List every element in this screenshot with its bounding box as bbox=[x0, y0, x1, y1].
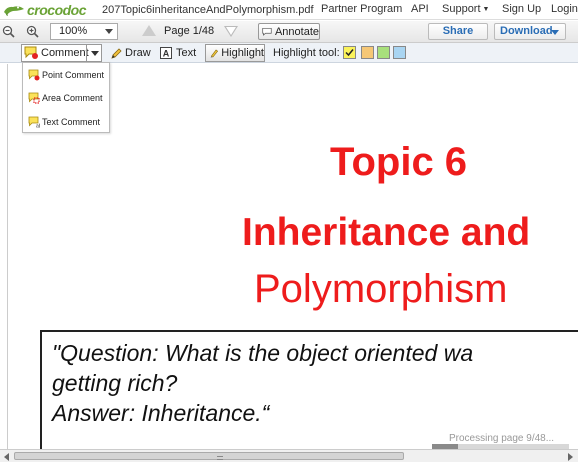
previous-page-icon[interactable] bbox=[142, 25, 156, 36]
menu-item-label: Point Comment bbox=[42, 70, 105, 80]
menu-item-area-comment[interactable]: Area Comment bbox=[28, 91, 103, 105]
crocodile-logo-icon bbox=[4, 5, 24, 16]
zoom-out-icon[interactable] bbox=[2, 25, 15, 38]
menu-item-text-comment[interactable]: ab Text Comment bbox=[28, 115, 100, 129]
slide-title-line-3: Polymorphism bbox=[254, 267, 508, 311]
annotate-label: Annotate bbox=[274, 25, 319, 38]
top-bar: crocodoc 207Topic6inheritanceAndPolymorp… bbox=[0, 0, 578, 20]
area-comment-icon bbox=[28, 92, 40, 104]
annotation-toolbar: Comment Draw A Text Highlight Highlight … bbox=[0, 43, 578, 63]
api-link[interactable]: API bbox=[411, 3, 429, 15]
processing-status: Processing page 9/48... bbox=[449, 433, 555, 444]
zoom-in-icon[interactable] bbox=[26, 25, 39, 38]
pencil-icon bbox=[111, 47, 122, 59]
menu-item-label: Text Comment bbox=[42, 117, 101, 127]
text-box-icon: A bbox=[160, 47, 172, 59]
comment-dropdown-menu: Point Comment Area Comment ab Text Comme… bbox=[22, 62, 110, 133]
divider bbox=[86, 45, 87, 61]
highlight-tool-button[interactable]: Highlight bbox=[205, 44, 265, 62]
support-menu[interactable]: Support ▼ bbox=[442, 3, 489, 15]
menu-item-point-comment[interactable]: Point Comment bbox=[28, 68, 104, 82]
point-comment-icon bbox=[28, 69, 40, 81]
highlighter-icon bbox=[210, 49, 219, 58]
horizontal-scrollbar[interactable] bbox=[0, 449, 578, 462]
speech-bubble-icon bbox=[262, 27, 272, 36]
document-filename: 207Topic6inheritanceAndPolymorphism.pdf bbox=[102, 3, 314, 16]
menu-item-label: Area Comment bbox=[42, 93, 103, 103]
page-edge bbox=[7, 64, 8, 449]
login-link[interactable]: Login bbox=[551, 3, 578, 15]
quote-line-3: Answer: Inheritance.“ bbox=[52, 400, 270, 426]
comment-label: Comment bbox=[41, 47, 89, 59]
highlight-color-green[interactable] bbox=[377, 46, 390, 59]
sign-up-link[interactable]: Sign Up bbox=[502, 3, 541, 15]
crocodoc-logo[interactable]: crocodoc bbox=[3, 1, 87, 18]
chevron-down-icon: ▼ bbox=[482, 5, 490, 13]
annotate-button[interactable]: Annotate bbox=[258, 23, 320, 40]
chevron-down-icon[interactable] bbox=[91, 51, 99, 56]
chevron-down-icon bbox=[105, 29, 113, 34]
highlight-tool-label: Highlight tool: bbox=[273, 47, 340, 59]
highlight-color-orange[interactable] bbox=[361, 46, 374, 59]
download-button[interactable]: Download bbox=[494, 23, 566, 40]
quote-line-1: "Question: What is the object oriented w… bbox=[52, 340, 474, 366]
text-tool-button[interactable]: A Text bbox=[160, 45, 196, 61]
processing-progress-bar bbox=[432, 444, 569, 449]
text-label: Text bbox=[176, 47, 197, 59]
next-page-icon[interactable] bbox=[224, 26, 238, 37]
draw-label: Draw bbox=[125, 47, 151, 59]
comment-button[interactable]: Comment bbox=[21, 44, 102, 62]
page-indicator: Page 1/48 bbox=[164, 25, 215, 37]
processing-progress-fill bbox=[432, 444, 458, 449]
highlight-label: Highlight bbox=[221, 47, 264, 59]
draw-tool-button[interactable]: Draw bbox=[110, 45, 151, 61]
comment-icon bbox=[24, 46, 38, 59]
scroll-right-icon[interactable] bbox=[568, 453, 573, 461]
support-label: Support bbox=[442, 3, 481, 15]
viewer-toolbar: 100% Page 1/48 Annotate Share Download bbox=[0, 21, 578, 43]
share-button[interactable]: Share bbox=[428, 23, 488, 40]
highlight-color-blue[interactable] bbox=[393, 46, 406, 59]
slide-title-line-2: Inheritance and bbox=[242, 211, 531, 254]
download-label: Download bbox=[500, 25, 553, 37]
crocodoc-viewer: crocodoc 207Topic6inheritanceAndPolymorp… bbox=[0, 0, 578, 462]
zoom-level-select[interactable]: 100% bbox=[50, 23, 118, 40]
svg-text:ab: ab bbox=[36, 124, 40, 129]
scrollbar-thumb[interactable] bbox=[14, 452, 404, 460]
chevron-down-icon bbox=[551, 30, 559, 35]
partner-program-link[interactable]: Partner Program bbox=[321, 3, 402, 15]
zoom-level-value: 100% bbox=[59, 25, 88, 37]
slide-title-line-1: Topic 6 bbox=[330, 140, 468, 184]
quote-line-2: getting rich? bbox=[52, 370, 178, 396]
scroll-left-icon[interactable] bbox=[4, 453, 9, 461]
checkmark-icon bbox=[345, 49, 354, 57]
highlight-color-yellow[interactable] bbox=[343, 46, 356, 59]
brand-name: crocodoc bbox=[27, 1, 87, 18]
text-comment-icon: ab bbox=[28, 116, 40, 128]
grip-icon bbox=[217, 456, 223, 460]
svg-text:A: A bbox=[163, 49, 170, 59]
